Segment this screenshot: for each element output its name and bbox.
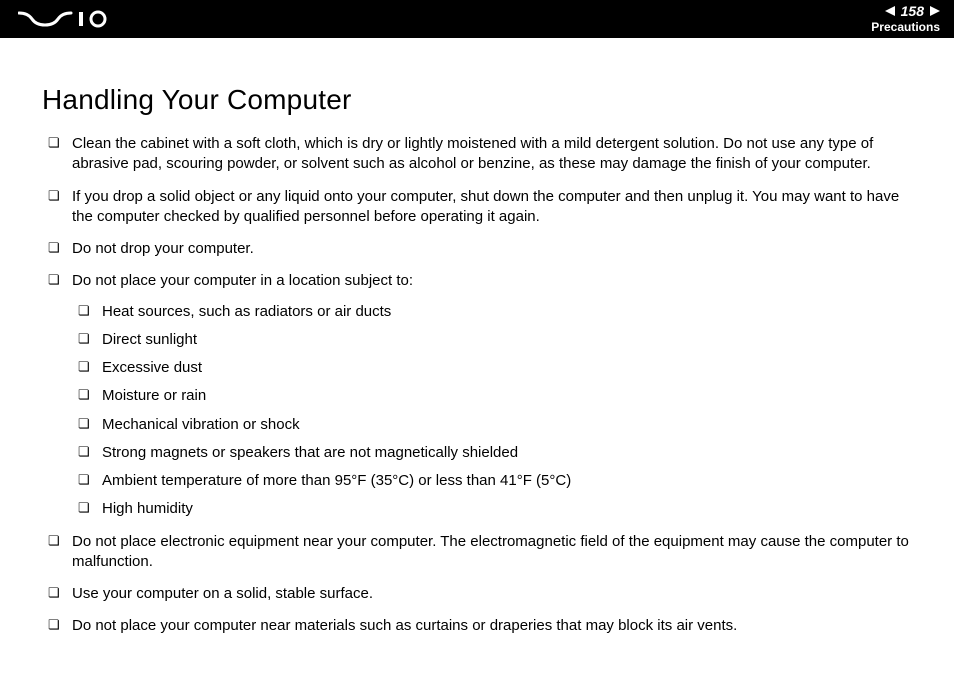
- list-item: Ambient temperature of more than 95°F (3…: [72, 471, 912, 491]
- list-item: Mechanical vibration or shock: [72, 415, 912, 435]
- list-item-text: Do not place your computer in a location…: [72, 272, 413, 289]
- content-area: Handling Your Computer Clean the cabinet…: [0, 38, 954, 669]
- list-item: Do not place electronic equipment near y…: [42, 532, 912, 573]
- header-right: 158 Precautions: [871, 4, 940, 35]
- list-item: Excessive dust: [72, 358, 912, 378]
- page-title: Handling Your Computer: [42, 84, 912, 116]
- bullet-list: Clean the cabinet with a soft cloth, whi…: [42, 134, 912, 637]
- list-item: Heat sources, such as radiators or air d…: [72, 302, 912, 322]
- list-item: Do not drop your computer.: [42, 239, 912, 259]
- list-item: Direct sunlight: [72, 330, 912, 350]
- list-item: Clean the cabinet with a soft cloth, whi…: [42, 134, 912, 175]
- page: 158 Precautions Handling Your Computer C…: [0, 0, 954, 674]
- vaio-logo-svg: [18, 9, 118, 29]
- list-item: Do not place your computer near material…: [42, 616, 912, 636]
- list-item: Do not place your computer in a location…: [42, 271, 912, 519]
- prev-page-icon[interactable]: [885, 6, 895, 16]
- page-navigator: 158: [871, 4, 940, 19]
- page-number: 158: [901, 4, 924, 19]
- list-item: Use your computer on a solid, stable sur…: [42, 584, 912, 604]
- next-page-icon[interactable]: [930, 6, 940, 16]
- list-item: If you drop a solid object or any liquid…: [42, 187, 912, 228]
- list-item: Moisture or rain: [72, 386, 912, 406]
- vaio-logo: [18, 9, 118, 29]
- list-item: High humidity: [72, 499, 912, 519]
- header-bar: 158 Precautions: [0, 0, 954, 38]
- section-label: Precautions: [871, 21, 940, 34]
- list-item: Strong magnets or speakers that are not …: [72, 443, 912, 463]
- sub-bullet-list: Heat sources, such as radiators or air d…: [72, 302, 912, 520]
